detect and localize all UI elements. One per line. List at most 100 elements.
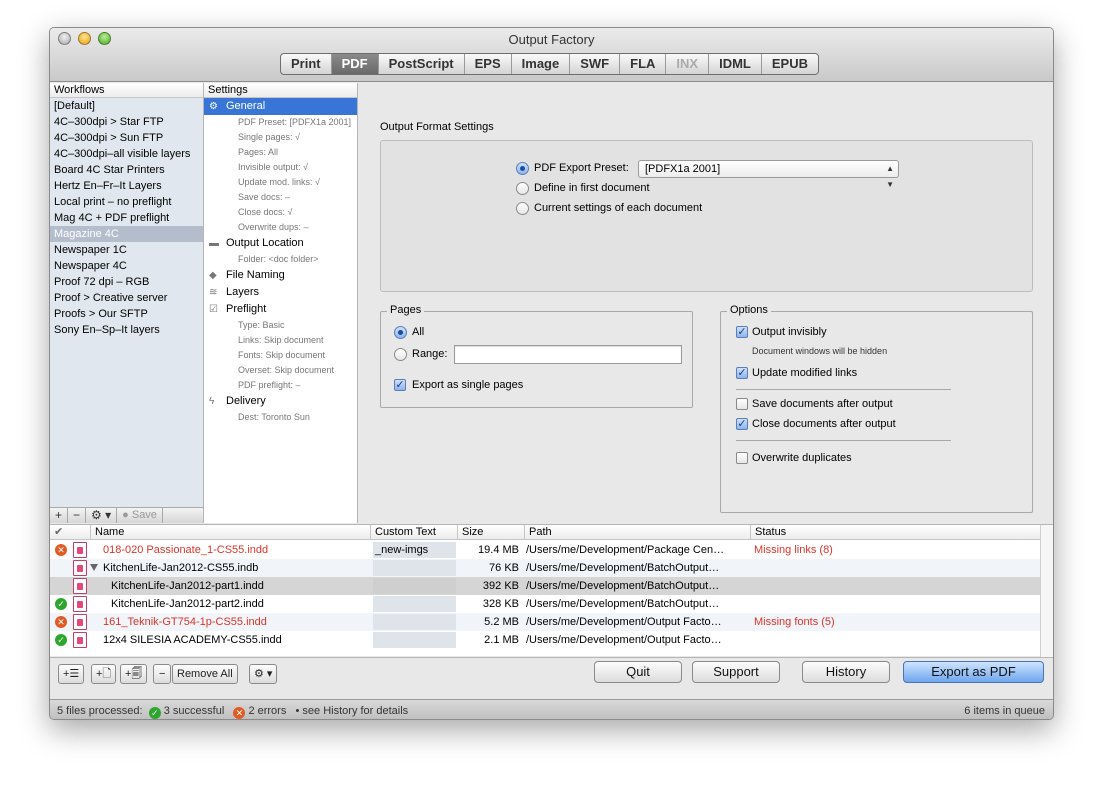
settings-layers-label: Layers [226,286,260,298]
pdf-preset-select[interactable]: [PDFX1a 2001] ▲ ▼ [638,160,899,189]
support-button[interactable]: Support [692,661,780,683]
table-row[interactable]: KitchenLife-Jan2012-part1.indd 392 KB /U… [50,577,1040,595]
table-row[interactable]: ✕ 161_Teknik-GT754-1p-CS55.indd 5.2 MB /… [50,613,1040,631]
file-path: /Users/me/Development/BatchOutput… [526,598,720,610]
file-path: /Users/me/Development/Output Facto… [526,634,722,646]
settings-general[interactable]: ⚙ General [204,98,357,115]
error-icon: ✕ [233,707,246,719]
workflow-item[interactable]: Proof > Creative server [50,290,203,306]
export-single-pages-checkbox[interactable]: ✓ [394,379,406,391]
custom-text-cell[interactable] [373,614,456,630]
pages-range-input[interactable] [454,345,682,364]
workflow-item[interactable]: [Default] [50,98,203,114]
workflow-item[interactable]: Hertz En–Fr–It Layers [50,178,203,194]
output-invisibly-checkbox[interactable]: ✓ [736,326,748,338]
col-custom-text[interactable]: Custom Text [370,525,457,540]
file-path: /Users/me/Development/Package Cen… [526,544,725,556]
table-row[interactable]: KitchenLife-Jan2012-CS55.indb 76 KB /Use… [50,559,1040,577]
workflow-item[interactable]: Newspaper 4C [50,258,203,274]
update-links-checkbox[interactable]: ✓ [736,367,748,379]
workflow-item[interactable]: Newspaper 1C [50,242,203,258]
settings-header: Settings [204,83,357,98]
workflow-item-selected[interactable]: Magazine 4C [50,226,203,242]
remove-all-button[interactable]: Remove All [172,664,238,684]
custom-text-cell[interactable]: _new-imgs [373,542,456,558]
tab-swf[interactable]: SWF [570,54,621,74]
workflow-gear-menu[interactable]: ⚙ ▾ [86,508,118,523]
settings-delivery-label: Delivery [226,395,266,407]
table-row[interactable]: ✕ 018-020 Passionate_1-CS55.indd _new-im… [50,541,1040,559]
custom-text-cell[interactable] [373,632,456,648]
settings-general-label: General [226,100,266,112]
custom-text-cell[interactable] [373,578,456,594]
add-file-button[interactable]: +🗋 [91,664,117,684]
save-docs-label: Save documents after output [752,398,893,410]
status-processed: 5 files processed: ✓ 3 successful ✕ 2 erro… [57,700,408,719]
col-path[interactable]: Path [524,525,750,540]
file-name: 161_Teknik-GT754-1p-CS55.indd [103,616,267,628]
workflow-item[interactable]: Proof 72 dpi – RGB [50,274,203,290]
settings-panel: Settings ⚙ General PDF Preset: [PDFX1a 2… [204,83,358,523]
settings-preflight[interactable]: ☑ Preflight [204,301,357,318]
add-folder-button[interactable]: +🗐 [120,664,148,684]
workflow-item[interactable]: Board 4C Star Printers [50,162,203,178]
files-gear-menu[interactable]: ⚙ ▾ [249,664,278,684]
settings-sub: Overset: Skip document [238,365,335,375]
radio-pages-all[interactable] [394,326,407,339]
settings-file-naming[interactable]: ◆ File Naming [204,267,357,284]
custom-text-cell[interactable] [373,596,456,612]
workflow-item[interactable]: Local print – no preflight [50,194,203,210]
col-status-icon[interactable]: ✔ [50,525,70,540]
close-docs-checkbox[interactable]: ✓ [736,418,748,430]
history-button[interactable]: History [802,661,890,683]
status-bar: 5 files processed: ✓ 3 successful ✕ 2 erro… [50,699,1053,719]
disclosure-triangle-icon[interactable] [90,564,98,571]
file-name: 12x4 SILESIA ACADEMY-CS55.indd [103,634,282,646]
workflow-item[interactable]: 4C–300dpi > Sun FTP [50,130,203,146]
save-workflow-button[interactable]: ● Save [117,508,163,523]
remove-workflow-button[interactable]: − [68,508,87,523]
tab-print[interactable]: Print [281,54,332,74]
add-list-button[interactable]: +☰ [58,664,85,684]
workflow-item[interactable]: 4C–300dpi > Star FTP [50,114,203,130]
success-icon: ✓ [148,707,161,719]
col-size[interactable]: Size [457,525,524,540]
workflows-panel: Workflows [Default] 4C–300dpi > Star FTP… [50,83,204,523]
radio-pages-range[interactable] [394,348,407,361]
tab-image[interactable]: Image [512,54,571,74]
file-status: Missing fonts (5) [754,616,835,628]
settings-sub: Type: Basic [238,320,285,330]
col-name[interactable]: Name [90,525,370,540]
radio-pdf-preset[interactable] [516,162,529,175]
save-docs-checkbox[interactable] [736,398,748,410]
custom-text-cell[interactable] [373,560,456,576]
radio-define-first[interactable] [516,182,529,195]
tab-idml[interactable]: IDML [709,54,762,74]
lightning-icon: ϟ [209,396,215,407]
tab-eps[interactable]: EPS [465,54,512,74]
col-status[interactable]: Status [750,525,1040,540]
workflow-item[interactable]: Sony En–Sp–It layers [50,322,203,338]
remove-file-button[interactable]: − [153,664,172,684]
output-format-box: PDF Export Preset: [PDFX1a 2001] ▲ ▼ Defi… [380,140,1033,292]
tab-pdf[interactable]: PDF [331,54,379,74]
settings-delivery[interactable]: ϟ Delivery [204,393,357,410]
tab-postscript[interactable]: PostScript [379,54,465,74]
radio-current-settings[interactable] [516,202,529,215]
file-list: ✔ Name Custom Text Size Path Status ✕ 01… [50,524,1053,657]
overwrite-checkbox[interactable] [736,452,748,464]
workflow-item[interactable]: Proofs > Our SFTP [50,306,203,322]
quit-button[interactable]: Quit [594,661,682,683]
settings-output-location[interactable]: ▬ Output Location [204,235,357,252]
tab-epub[interactable]: EPUB [762,54,818,74]
pages-legend: Pages [387,304,425,316]
settings-layers[interactable]: ≋ Layers [204,284,357,301]
table-row[interactable]: ✓ 12x4 SILESIA ACADEMY-CS55.indd 2.1 MB … [50,631,1040,649]
workflow-item[interactable]: Mag 4C + PDF preflight [50,210,203,226]
tab-fla[interactable]: FLA [620,54,667,74]
export-as-pdf-button[interactable]: Export as PDF [903,661,1044,683]
add-workflow-button[interactable]: + [50,508,69,523]
workflow-item[interactable]: 4C–300dpi–all visible layers [50,146,203,162]
file-list-scrollbar[interactable] [1040,525,1053,657]
table-row[interactable]: ✓ KitchenLife-Jan2012-part2.indd 328 KB … [50,595,1040,613]
